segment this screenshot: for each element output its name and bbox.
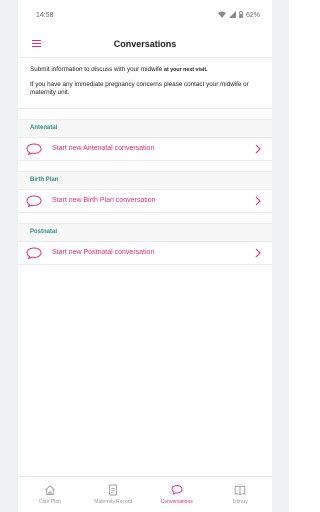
status-bar: 14:58 62% — [18, 0, 272, 30]
intro-line-2: If you have any immediate pregnancy conc… — [30, 80, 249, 97]
section-label-birth-plan: Birth Plan — [18, 170, 272, 189]
section-label-postnatal: Postnatal — [18, 222, 272, 241]
start-antenatal-conversation[interactable]: Start new Antenatal conversation — [18, 136, 272, 161]
tab-label: Maternity Record — [94, 499, 133, 505]
row-label: Start new Postnatal conversation — [52, 249, 155, 256]
tab-maternity-record[interactable]: Maternity Record — [82, 477, 146, 512]
tab-care-plan[interactable]: Care Plan — [18, 477, 82, 512]
tab-label: Care Plan — [38, 499, 61, 505]
chevron-right-icon — [255, 196, 261, 205]
start-postnatal-conversation[interactable]: Start new Postnatal conversation — [18, 240, 272, 265]
battery-percent: 62% — [245, 11, 260, 19]
document-icon — [109, 484, 118, 496]
section-label-antenatal: Antenatal — [18, 118, 272, 137]
chevron-right-icon — [255, 144, 261, 153]
left-margin — [0, 0, 18, 512]
intro-text: Submit information to discuss with your … — [18, 58, 272, 109]
tab-label: Conversations — [160, 499, 193, 505]
intro-line-1-bold: at your next visit. — [164, 67, 208, 73]
book-icon — [235, 485, 246, 496]
row-label: Start new Birth Plan conversation — [52, 197, 156, 204]
intro-line-1: Submit information to discuss with your … — [30, 66, 260, 75]
intro-line-1-text: Submit information to discuss with your … — [30, 66, 165, 73]
bottom-tab-bar: Care Plan Maternity Record Conversations… — [18, 476, 272, 512]
wifi-icon — [217, 11, 226, 20]
tab-label: Library — [232, 499, 248, 505]
chat-bubble-icon — [26, 142, 42, 155]
screen: 14:58 62% Conversations Submit informati… — [0, 0, 289, 512]
chat-bubble-icon — [171, 485, 183, 495]
right-margin — [272, 0, 289, 512]
page-title: Conversations — [113, 38, 177, 49]
chevron-right-icon — [255, 248, 261, 257]
chat-bubble-icon — [26, 194, 42, 207]
status-icons: 62% — [217, 10, 260, 20]
battery-icon — [239, 10, 243, 20]
app-header: Conversations — [18, 30, 272, 58]
menu-icon[interactable] — [32, 40, 41, 47]
phone-screen: 14:58 62% Conversations Submit informati… — [18, 0, 272, 512]
tab-library[interactable]: Library — [209, 477, 273, 512]
status-time: 14:58 — [36, 11, 54, 19]
start-birth-plan-conversation[interactable]: Start new Birth Plan conversation — [18, 188, 272, 213]
chat-bubble-icon — [26, 246, 42, 259]
row-label: Start new Antenatal conversation — [52, 145, 155, 152]
tab-conversations[interactable]: Conversations — [145, 477, 209, 512]
home-icon — [44, 485, 55, 495]
signal-icon — [228, 10, 236, 20]
